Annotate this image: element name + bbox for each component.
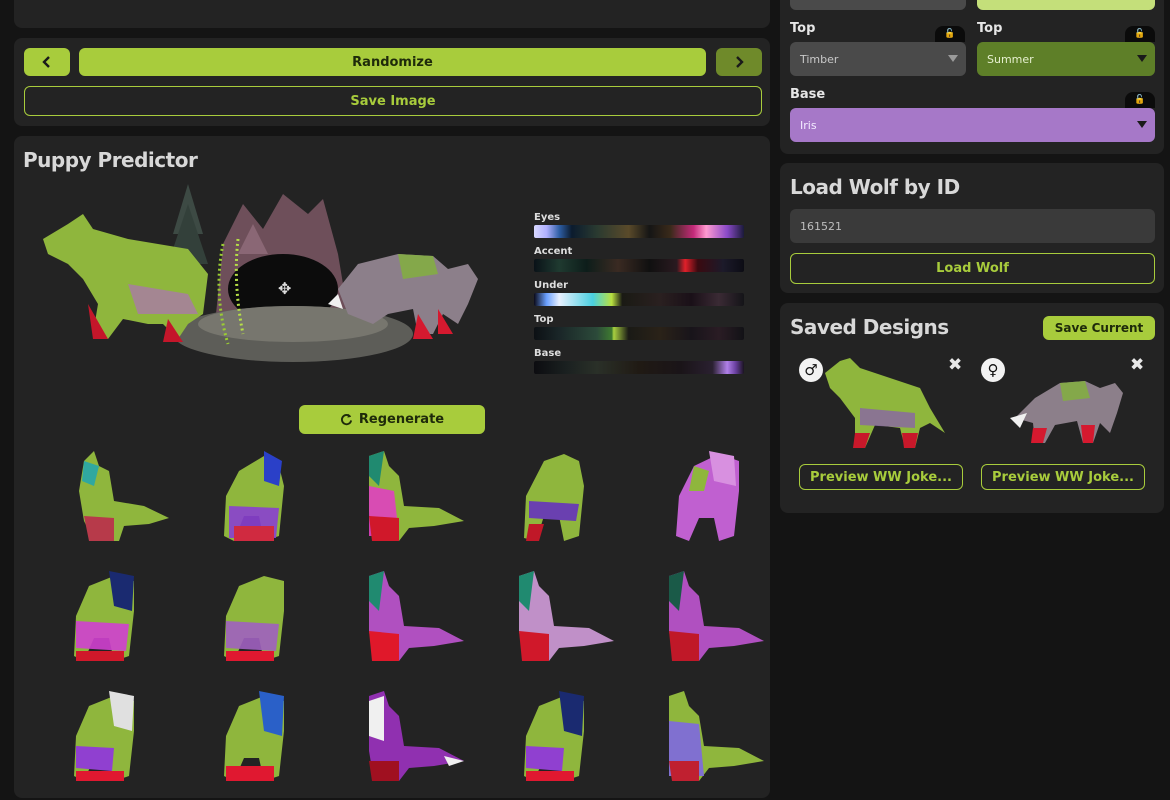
- chevron-right-icon: [736, 56, 744, 68]
- preview-design-button[interactable]: Preview WW Joke...: [981, 464, 1145, 490]
- puppy-sprite[interactable]: [504, 446, 624, 546]
- preview-design-button[interactable]: Preview WW Joke...: [799, 464, 963, 490]
- saved-wolf-sprite[interactable]: [1005, 353, 1135, 453]
- palette-row-under: Under: [534, 278, 744, 312]
- palette-list: Eyes Accent Under Top Base: [534, 210, 744, 380]
- puppy-sprite[interactable]: [204, 566, 324, 666]
- puppy-predictor-panel: Puppy Predictor ✥ Eyes Accent Under Top …: [14, 136, 770, 798]
- previous-button[interactable]: [24, 48, 70, 76]
- load-wolf-title: Load Wolf by ID: [790, 175, 960, 199]
- palette-bar-accent: [534, 259, 744, 272]
- regenerate-button[interactable]: Regenerate: [299, 405, 485, 434]
- puppy-sprite[interactable]: [654, 566, 774, 666]
- lock-icon[interactable]: 🔓: [1125, 92, 1155, 108]
- top-right-select[interactable]: Summer: [977, 42, 1155, 76]
- puppy-sprite[interactable]: [54, 566, 174, 666]
- base-label: Base: [790, 87, 826, 102]
- palette-bar-under: [534, 293, 744, 306]
- saved-designs-title: Saved Designs: [790, 315, 949, 339]
- top-right-label: Top: [977, 21, 1003, 36]
- select-value: Summer: [987, 52, 1034, 66]
- palette-bar-top: [534, 327, 744, 340]
- caret-down-icon: [948, 55, 958, 62]
- wolf-id-input[interactable]: [790, 209, 1155, 243]
- color-select-panel: Top 🔓 Timber Top 🔓 Summer Base 🔓 Iris: [780, 0, 1164, 154]
- palette-row-base: Base: [534, 346, 744, 380]
- puppy-sprite[interactable]: [654, 686, 774, 786]
- palette-label: Under: [534, 280, 569, 291]
- puppy-sprite[interactable]: [354, 446, 474, 546]
- controls-panel: Randomize Save Image: [14, 38, 770, 126]
- palette-row-accent: Accent: [534, 244, 744, 278]
- puppy-sprite[interactable]: [54, 446, 174, 546]
- save-image-button[interactable]: Save Image: [24, 86, 762, 116]
- predictor-title: Puppy Predictor: [23, 148, 198, 172]
- save-current-button[interactable]: Save Current: [1043, 316, 1155, 340]
- palette-label: Eyes: [534, 212, 561, 223]
- palette-label: Accent: [534, 246, 573, 257]
- select-value: Timber: [800, 52, 839, 66]
- randomize-button[interactable]: Randomize: [79, 48, 706, 76]
- puppy-sprite[interactable]: [204, 686, 324, 786]
- puppy-sprite[interactable]: [504, 566, 624, 666]
- parents-scene-image: ✥: [43, 184, 478, 362]
- palette-row-eyes: Eyes: [534, 210, 744, 244]
- puppy-sprite[interactable]: [54, 686, 174, 786]
- palette-label: Top: [534, 314, 554, 325]
- palette-label: Base: [534, 348, 562, 359]
- top-left-select[interactable]: Timber: [790, 42, 966, 76]
- refresh-icon: [340, 413, 352, 426]
- caret-down-icon: [1137, 121, 1147, 128]
- puppy-sprite[interactable]: [654, 446, 774, 546]
- saved-wolf-sprite[interactable]: [820, 353, 950, 453]
- female-icon: ♀: [981, 358, 1005, 382]
- saved-designs-panel: Saved Designs Save Current ♂ ✖ Preview W…: [780, 303, 1164, 513]
- base-select[interactable]: Iris: [790, 108, 1155, 142]
- palette-bar-eyes: [534, 225, 744, 238]
- stub-select-left[interactable]: [790, 0, 966, 10]
- close-icon[interactable]: ✖: [948, 355, 962, 375]
- palette-row-top: Top: [534, 312, 744, 346]
- lock-icon[interactable]: 🔓: [935, 26, 965, 42]
- lock-icon[interactable]: 🔓: [1125, 26, 1155, 42]
- top-left-label: Top: [790, 21, 816, 36]
- load-wolf-button[interactable]: Load Wolf: [790, 253, 1155, 284]
- caret-down-icon: [1137, 55, 1147, 62]
- stub-select-right[interactable]: [977, 0, 1155, 10]
- chevron-left-icon: [42, 56, 50, 68]
- regenerate-label: Regenerate: [358, 412, 445, 427]
- top-panel: [14, 0, 770, 28]
- load-wolf-panel: Load Wolf by ID Load Wolf: [780, 163, 1164, 293]
- puppy-sprite[interactable]: [354, 686, 474, 786]
- puppy-sprite[interactable]: [204, 446, 324, 546]
- puppy-sprite[interactable]: [504, 686, 624, 786]
- svg-text:✥: ✥: [278, 279, 291, 298]
- palette-bar-base: [534, 361, 744, 374]
- next-button[interactable]: [716, 48, 762, 76]
- puppy-sprite[interactable]: [354, 566, 474, 666]
- select-value: Iris: [800, 118, 817, 132]
